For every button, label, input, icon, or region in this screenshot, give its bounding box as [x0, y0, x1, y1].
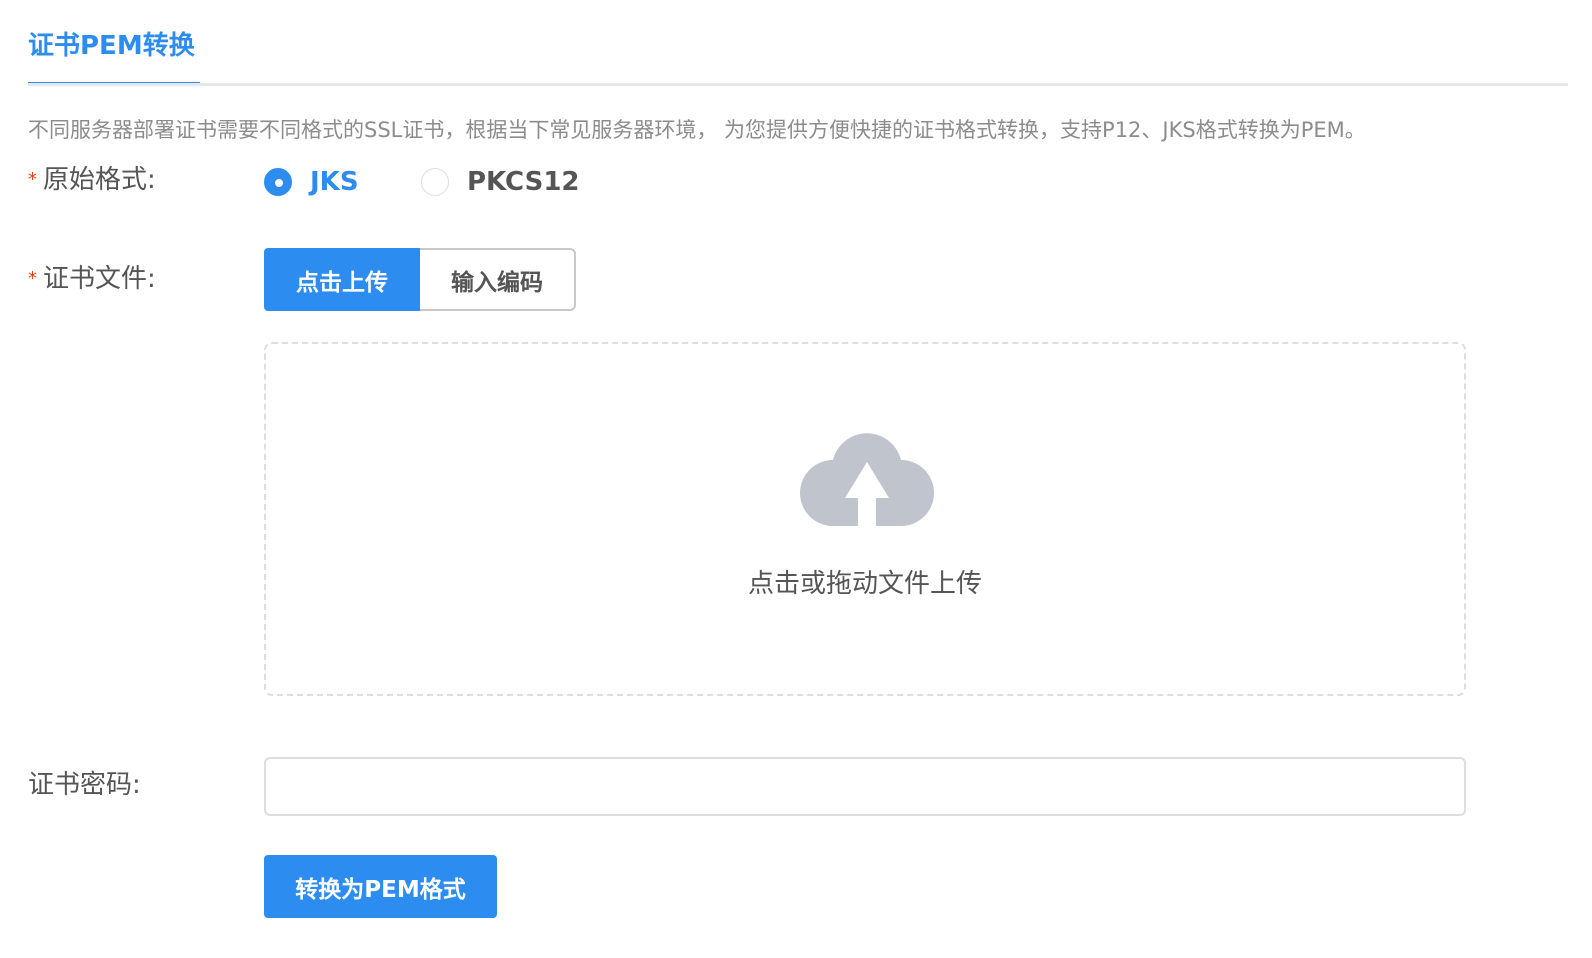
format-label: * 原始格式:	[28, 162, 156, 198]
tab-bar: 证书PEM转换	[28, 0, 1568, 86]
page-description: 不同服务器部署证书需要不同格式的SSL证书，根据当下常见服务器环境， 为您提供方…	[28, 118, 1366, 142]
radio-checked-icon	[264, 168, 292, 196]
required-mark: *	[28, 169, 37, 190]
convert-to-pem-button[interactable]: 转换为PEM格式	[264, 855, 497, 918]
tab-label: 证书PEM转换	[28, 31, 195, 61]
dropzone-text: 点击或拖动文件上传	[747, 569, 982, 599]
file-mode-toggle: 点击上传 输入编码	[264, 248, 576, 311]
tab-divider	[28, 83, 1568, 86]
required-mark: *	[28, 268, 37, 289]
radio-pkcs12-label: PKCS12	[467, 167, 580, 197]
radio-unchecked-icon	[421, 168, 449, 196]
upload-mode-button[interactable]: 点击上传	[264, 248, 420, 311]
cert-pem-convert-page: 证书PEM转换 不同服务器部署证书需要不同格式的SSL证书，根据当下常见服务器环…	[0, 0, 1592, 958]
input-code-mode-button[interactable]: 输入编码	[420, 248, 576, 311]
password-label: 证书密码:	[28, 770, 141, 800]
file-dropzone[interactable]: 点击或拖动文件上传	[264, 342, 1466, 696]
file-label-text: 证书文件:	[43, 264, 156, 294]
radio-pkcs12[interactable]: PKCS12	[421, 164, 580, 200]
file-label: * 证书文件:	[28, 261, 156, 297]
format-label-text: 原始格式:	[43, 165, 156, 195]
radio-jks[interactable]: JKS	[264, 164, 359, 200]
password-input[interactable]	[264, 757, 1466, 816]
tab-cert-pem-convert[interactable]: 证书PEM转换	[28, 26, 200, 86]
cloud-upload-icon	[800, 433, 934, 526]
radio-jks-label: JKS	[310, 167, 359, 197]
